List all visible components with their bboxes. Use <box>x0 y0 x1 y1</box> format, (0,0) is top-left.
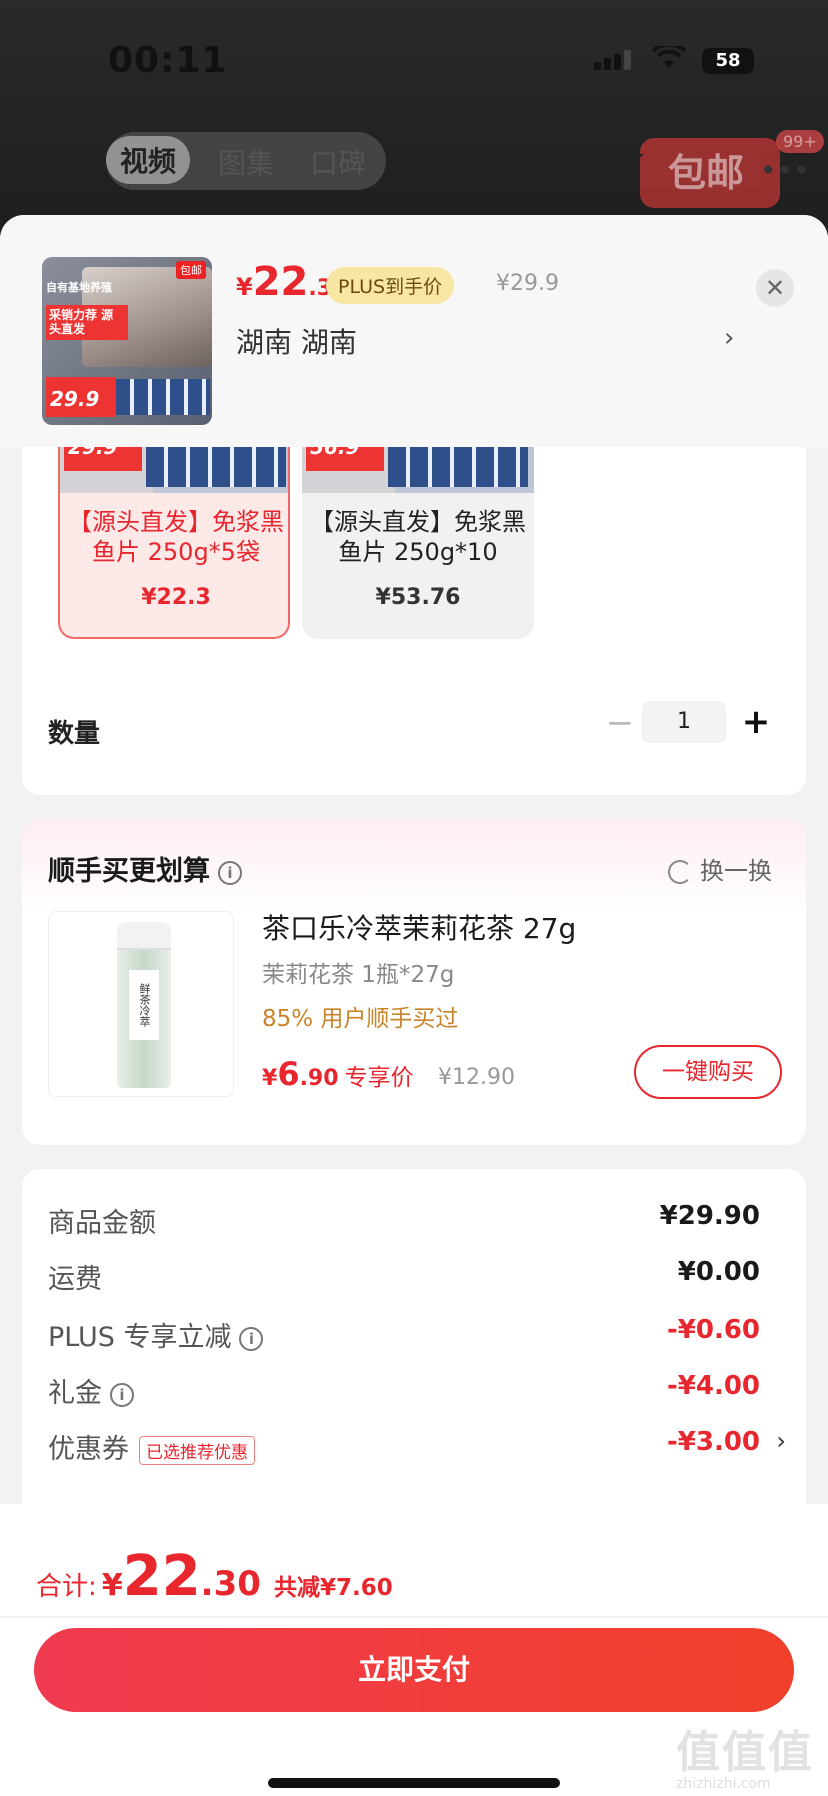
price-summary: 商品金额 ¥29.90 运费 ¥0.00 PLUS 专享立减 i -¥0.60 礼… <box>22 1169 806 1549</box>
upsell-title: 顺手买更划算 i <box>48 849 242 888</box>
quantity-increase-button[interactable]: + <box>738 703 774 743</box>
thumb-price-chip: 29.9 <box>46 377 116 417</box>
summary-row-freight: 运费 ¥0.00 <box>48 1257 760 1295</box>
spec-price: ¥53.76 <box>375 585 461 610</box>
info-icon[interactable]: i <box>218 860 242 885</box>
tab-video[interactable]: 视频 <box>106 136 191 184</box>
upsell-product-image[interactable]: 鲜茶冷萃 <box>48 911 234 1097</box>
back-arrow-icon[interactable] <box>38 142 68 172</box>
spec-price: ¥22.3 <box>141 585 211 610</box>
delivery-address[interactable]: 湖南 湖南 <box>236 321 357 361</box>
swap-button[interactable]: 换一换 <box>668 851 772 886</box>
more-menu-icon[interactable]: ••• <box>760 154 810 187</box>
summary-row-goods: 商品金额 ¥29.90 <box>48 1201 760 1239</box>
coupon-selected-tag: 已选推荐优惠 <box>139 1436 255 1465</box>
upsell-card: 顺手买更划算 i 换一换 鲜茶冷萃 茶口乐冷萃茉莉花茶 27g 茉莉花茶 1瓶*2… <box>22 819 806 1145</box>
upsell-price: ¥6.90 专享价 <box>262 1055 414 1093</box>
quantity-label: 数量 <box>48 719 101 749</box>
media-tabs: 视频 图集 口碑 <box>106 132 386 190</box>
notification-badge: 99+ <box>776 130 824 153</box>
summary-row-plus-discount: PLUS 专享立减 i -¥0.60 <box>48 1315 760 1353</box>
upsell-original-price: ¥12.90 <box>438 1065 515 1090</box>
quantity-decrease-button[interactable]: − <box>602 705 638 745</box>
clock: 00:11 <box>108 40 228 81</box>
status-bar: 00:11 58 <box>0 0 828 130</box>
quantity-input[interactable]: 1 <box>642 701 726 743</box>
total-savings: 共减¥7.60 <box>274 1575 393 1601</box>
watermark-url: zhizhizhi.com <box>676 1776 771 1792</box>
spec-name: 【源头直发】免浆黑鱼片 250g*5袋 <box>68 508 284 566</box>
watermark-logo: 值值值 <box>676 1727 814 1778</box>
info-icon[interactable]: i <box>110 1382 134 1407</box>
favorite-star-icon[interactable] <box>604 140 644 180</box>
summary-row-gift-money: 礼金 i -¥4.00 <box>48 1371 760 1409</box>
upsell-purchase-rate: 85% 用户顺手买过 <box>262 1006 459 1032</box>
upsell-product-spec: 茉莉花茶 1瓶*27g <box>262 962 455 988</box>
selected-price: ¥22.3 <box>236 259 333 305</box>
one-click-buy-button[interactable]: 一键购买 <box>634 1045 782 1099</box>
tea-bottle-image: 鲜茶冷萃 <box>117 922 171 1088</box>
sheet-header: 包邮 自有基地养殖 采销力荐 源头直发 29.9 ¥22.3 PLUS到手价 ¥… <box>0 215 828 447</box>
spec-name: 【源头直发】免浆黑鱼片 250g*10 <box>310 508 526 566</box>
pay-now-button[interactable]: 立即支付 <box>34 1628 794 1712</box>
spec-card: 29.9 【源头直发】免浆黑鱼片 250g*5袋 ¥22.3 56.9 【源头直… <box>22 415 806 795</box>
refresh-icon <box>668 860 692 884</box>
tab-gallery[interactable]: 图集 <box>218 142 274 182</box>
product-thumbnail: 包邮 自有基地养殖 采销力荐 源头直发 29.9 <box>42 257 212 425</box>
divider <box>0 1616 828 1618</box>
wifi-icon <box>652 46 686 68</box>
total-amount: 合计: ¥22.30 共减¥7.60 <box>36 1544 393 1609</box>
close-button[interactable]: ✕ <box>756 269 794 307</box>
close-icon: ✕ <box>764 274 786 302</box>
chevron-right-icon[interactable]: › <box>776 1427 786 1455</box>
upsell-product-name[interactable]: 茶口乐冷萃茉莉花茶 27g <box>262 907 576 947</box>
spec-option-5-bags[interactable]: 29.9 【源头直发】免浆黑鱼片 250g*5袋 ¥22.3 <box>58 415 290 639</box>
package-row-image <box>116 379 210 415</box>
summary-row-coupon[interactable]: 优惠券 已选推荐优惠 -¥3.00 › <box>48 1427 786 1467</box>
chevron-right-icon[interactable]: › <box>724 323 734 353</box>
thumb-headline: 采销力荐 源头直发 <box>46 305 128 340</box>
thumb-caption: 自有基地养殖 <box>46 281 112 294</box>
thumb-free-shipping-tag: 包邮 <box>176 261 206 279</box>
free-shipping-banner: 包邮 <box>640 138 780 208</box>
cellular-signal-icon <box>594 50 634 70</box>
original-price: ¥29.9 <box>496 271 559 296</box>
plus-price-tag: PLUS到手价 <box>326 267 455 304</box>
checkout-bar: 合计: ¥22.30 共减¥7.60 立即支付 值值值 zhizhizhi.co… <box>0 1504 828 1796</box>
spec-option-10-bags[interactable]: 56.9 【源头直发】免浆黑鱼片 250g*10 ¥53.76 <box>302 415 534 639</box>
battery-icon: 58 <box>702 48 754 74</box>
info-icon[interactable]: i <box>239 1326 264 1351</box>
home-indicator <box>268 1778 560 1788</box>
tab-reviews[interactable]: 口碑 <box>310 142 366 182</box>
